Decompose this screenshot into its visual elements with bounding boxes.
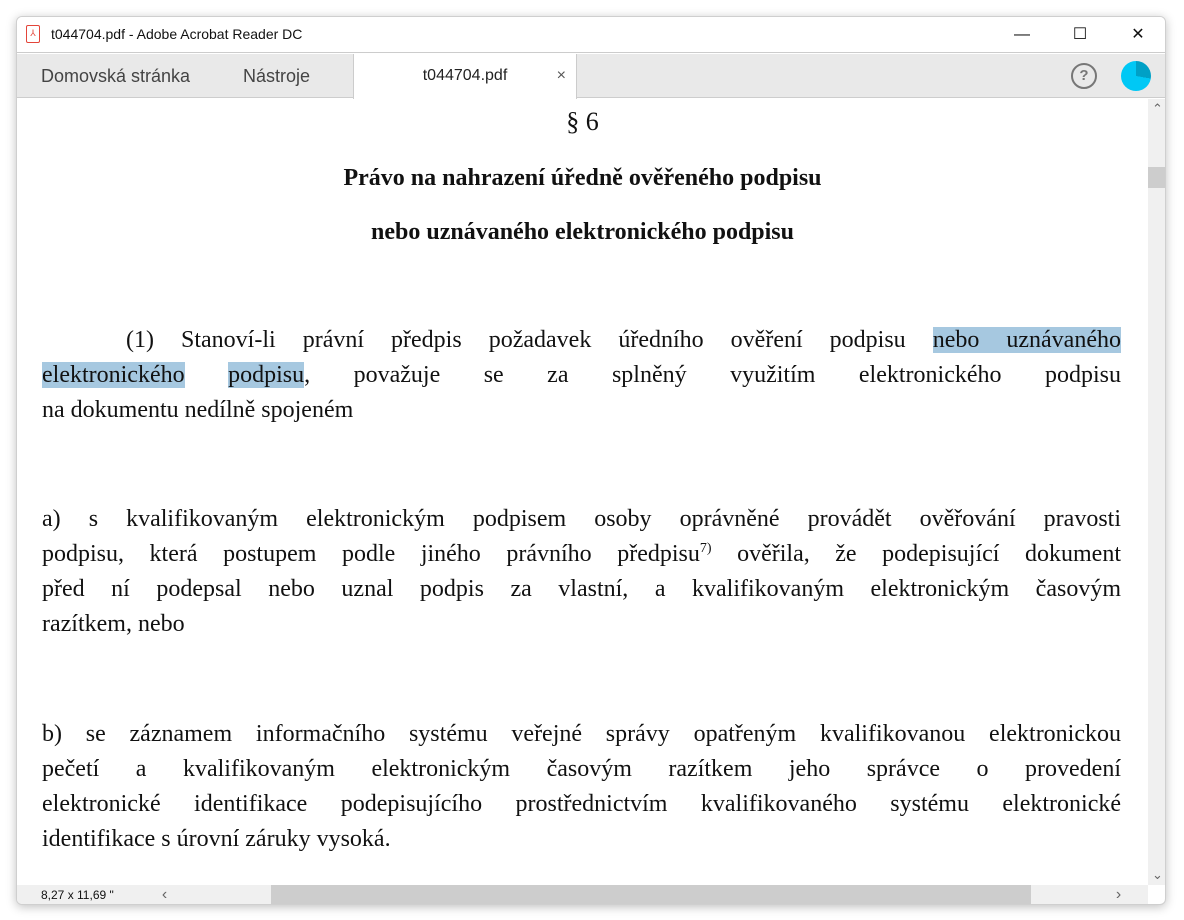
tab-document[interactable]: t044704.pdf × (353, 54, 577, 99)
highlighted-text: podpisu (228, 362, 305, 388)
tab-document-label: t044704.pdf (422, 67, 508, 84)
title-bar: ⅄ t044704.pdf - Adobe Acrobat Reader DC … (17, 17, 1165, 53)
section-heading-2: nebo uznávaného elektronického podpisu (371, 219, 794, 245)
footnote-ref[interactable]: 7) (700, 541, 712, 556)
paragraph-1-line: (1) Stanoví-li právní předpis požadavek … (126, 327, 1121, 353)
paragraph-1-line: elektronického podpisu, považuje se za s… (42, 362, 1121, 388)
account-avatar[interactable] (1121, 61, 1151, 91)
section-heading-1: Právo na nahrazení úředně ověřeného podp… (343, 165, 822, 191)
paragraph-1-line: na dokumentu nedílně spojeném (42, 397, 354, 423)
page-size-label: 8,27 x 11,69 " (41, 888, 114, 902)
item-b-line: b) se záznamem informačního systému veře… (42, 721, 1121, 747)
minimize-button[interactable]: — (993, 17, 1051, 53)
item-b-line: elektronické identifikace podepisujícího… (42, 791, 1121, 817)
vertical-scroll-thumb[interactable] (1148, 167, 1165, 188)
item-a-line: podpisu, která postupem podle jiného prá… (42, 541, 1121, 567)
tab-bar: Domovská stránka Nástroje t044704.pdf × … (17, 54, 1165, 99)
acrobat-window: ⅄ t044704.pdf - Adobe Acrobat Reader DC … (16, 16, 1166, 905)
item-a-line: a) s kvalifikovaným elektronickým podpis… (42, 506, 1121, 532)
vertical-scrollbar[interactable]: ⌃ ⌄ (1148, 99, 1165, 885)
tab-home[interactable]: Domovská stránka (41, 54, 190, 98)
section-number: § 6 (566, 107, 599, 136)
item-b-line: pečetí a kvalifikovaným elektronickým ča… (42, 756, 1121, 782)
maximize-button[interactable]: ☐ (1051, 17, 1109, 53)
document-view: § 6 Právo na nahrazení úředně ověřeného … (17, 99, 1148, 885)
horizontal-scroll-thumb[interactable] (271, 885, 1031, 904)
tab-close-icon[interactable]: × (557, 54, 566, 98)
highlighted-text: elektronického (42, 362, 185, 388)
scroll-left-icon[interactable]: ‹ (155, 886, 174, 904)
close-button[interactable]: ✕ (1109, 17, 1165, 53)
item-b-line: identifikace s úrovní záruky vysoká. (42, 826, 391, 852)
scroll-up-icon[interactable]: ⌃ (1148, 101, 1165, 117)
window-title: t044704.pdf - Adobe Acrobat Reader DC (51, 26, 303, 42)
help-icon[interactable]: ? (1071, 63, 1097, 89)
scroll-down-icon[interactable]: ⌄ (1148, 867, 1165, 883)
item-a-line: před ní podepsal nebo uznal podpis za vl… (42, 576, 1121, 602)
pdf-file-icon: ⅄ (26, 25, 40, 43)
horizontal-scrollbar[interactable]: ‹ › (153, 885, 1148, 904)
scroll-right-icon[interactable]: › (1109, 886, 1128, 904)
highlighted-text: nebo uznávaného (932, 327, 1121, 353)
tab-tools[interactable]: Nástroje (243, 54, 310, 98)
item-a-line: razítkem, nebo (42, 611, 185, 637)
status-bar: 8,27 x 11,69 " ‹ › (17, 885, 1148, 904)
